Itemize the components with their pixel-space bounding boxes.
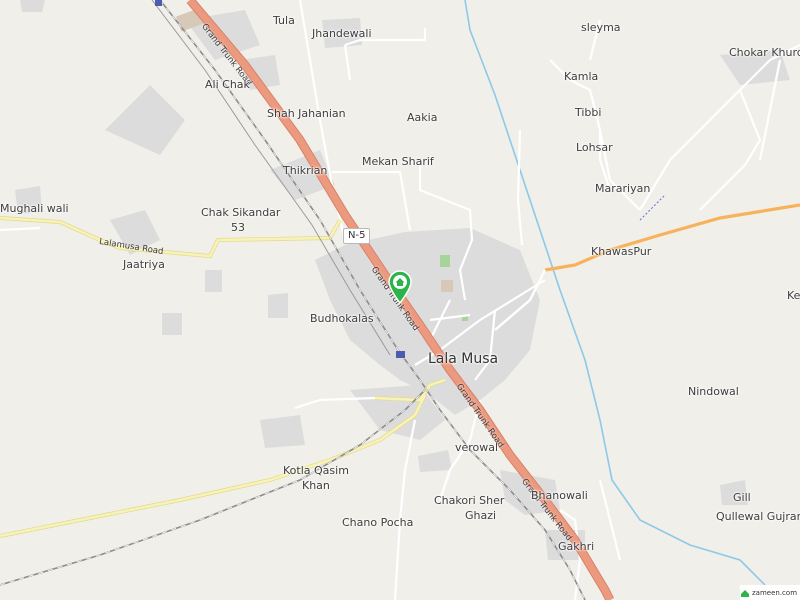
place-label: Marariyan [595, 182, 651, 195]
place-label: Qullewal Gujran [716, 510, 800, 523]
place-label: Jaatriya [123, 258, 165, 271]
place-label: Chakori Sher [434, 494, 505, 507]
place-label: 53 [231, 221, 245, 234]
place-label: sleyma [581, 21, 621, 34]
place-label: Kamla [564, 70, 599, 83]
place-label: Jhandewali [312, 27, 372, 40]
place-label: Ke [787, 289, 800, 302]
building-block [441, 280, 453, 292]
place-label: Khan [302, 479, 330, 492]
place-label: Nindowal [688, 385, 739, 398]
place-label: Tula [273, 14, 295, 27]
place-label: Kotla Qasim [283, 464, 349, 477]
place-label: Ghazi [465, 509, 497, 522]
place-label: Chano Pocha [342, 516, 414, 529]
place-label: Lohsar [576, 141, 613, 154]
place-label: Gill [733, 491, 751, 504]
khawaspur-road [544, 203, 800, 272]
home-icon [388, 270, 412, 305]
zameen-logo-icon [740, 588, 750, 598]
place-label: Bhanowali [531, 489, 588, 502]
attribution-text: zameen.com [752, 588, 798, 597]
attribution-logo: zameen.com [740, 585, 800, 600]
boundary-line [639, 194, 666, 221]
place-label: Chak Sikandar [201, 206, 281, 219]
place-label: Tibbi [575, 106, 602, 119]
highway-shield-n5: N-5 [343, 228, 371, 244]
place-label: Shah Jahanian [267, 107, 346, 120]
railway-station-marker[interactable] [155, 0, 162, 6]
place-label: Budhokalas [310, 312, 374, 325]
place-label: Gakhri [558, 540, 595, 553]
place-label: Ali Chak [205, 78, 250, 91]
place-label: KhawasPur [591, 245, 652, 258]
place-label: Mughali wali [0, 202, 69, 215]
place-label: verowal [455, 441, 499, 454]
place-label: Aakia [407, 111, 438, 124]
map[interactable]: Grand Trunk Road Grand Trunk Road Grand … [0, 0, 800, 600]
railway-station-marker[interactable] [396, 351, 405, 358]
place-label: Thikrian [283, 164, 328, 177]
location-pin[interactable] [387, 270, 413, 305]
place-label: Mekan Sharif [362, 155, 434, 168]
place-label: Chokar Khurd [729, 46, 800, 59]
city-label-lala-musa: Lala Musa [428, 351, 499, 367]
